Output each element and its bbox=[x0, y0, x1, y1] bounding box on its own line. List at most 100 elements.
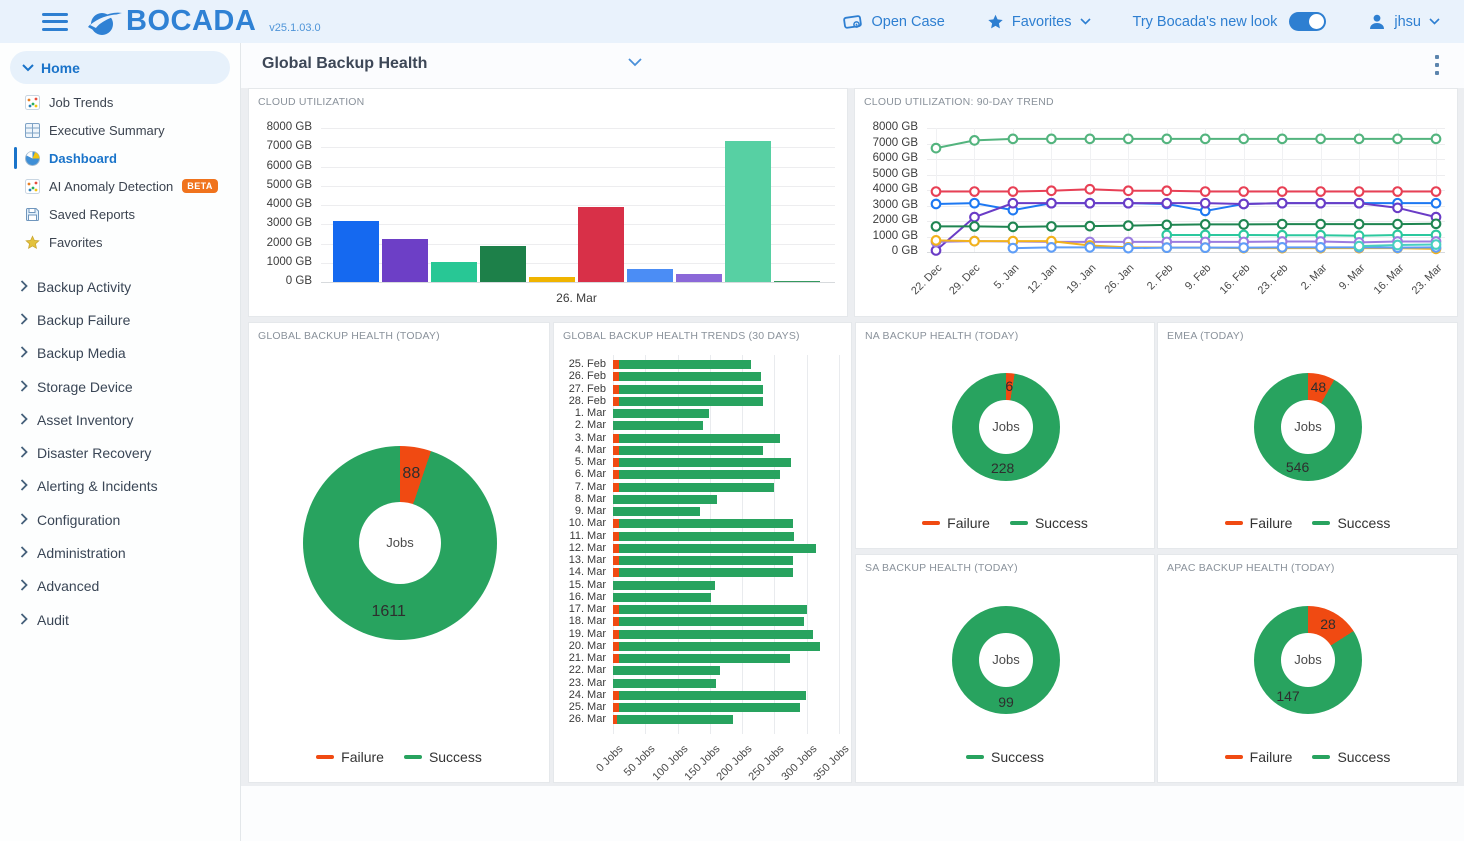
legend-label: Success bbox=[1034, 515, 1088, 531]
sidebar-section-disaster-recovery[interactable]: Disaster Recovery bbox=[0, 436, 240, 469]
donut-center-label: Jobs bbox=[992, 652, 1020, 667]
sidebar-home-items: Job Trends Executive Summary Dashboard AI A… bbox=[0, 88, 240, 256]
row-label: 25. Feb bbox=[568, 358, 606, 370]
success-bar bbox=[618, 703, 800, 712]
donut-value-success: 546 bbox=[1285, 459, 1310, 476]
row-label: 14. Mar bbox=[568, 566, 606, 579]
open-case-button[interactable]: Open Case bbox=[842, 13, 945, 30]
legend-label: Failure bbox=[341, 749, 384, 765]
user-menu[interactable]: jhsu bbox=[1368, 13, 1440, 31]
brand-name: BOCADA bbox=[126, 5, 257, 37]
success-bar bbox=[616, 715, 734, 725]
legend-swatch bbox=[1312, 755, 1331, 759]
success-bar bbox=[618, 641, 820, 651]
sidebar-section-backup-failure[interactable]: Backup Failure bbox=[0, 303, 240, 336]
sidebar-item-ai-anomaly-detection[interactable]: AI Anomaly Detection BETA bbox=[0, 172, 240, 200]
legend-label: Success bbox=[1337, 515, 1391, 531]
panel-title: APAC BACKUP HEALTH (TODAY) bbox=[1167, 562, 1335, 574]
donut-center-label: Jobs bbox=[386, 535, 414, 550]
open-case-label: Open Case bbox=[871, 13, 945, 30]
chevron-right-icon bbox=[20, 612, 28, 628]
sidebar-item-dashboard[interactable]: Dashboard bbox=[0, 144, 240, 172]
chart-legend: Failure Success bbox=[1158, 749, 1457, 765]
legend-item-failure: Failure bbox=[1224, 749, 1292, 765]
row-label: 18. Mar bbox=[568, 615, 606, 628]
panel-title: GLOBAL BACKUP HEALTH (TODAY) bbox=[258, 330, 440, 342]
success-bar bbox=[618, 654, 790, 663]
star-icon bbox=[25, 234, 40, 250]
legend-item-success: Success bbox=[1312, 515, 1390, 531]
chart-legend: Failure Success bbox=[856, 515, 1154, 531]
sidebar-section-asset-inventory[interactable]: Asset Inventory bbox=[0, 403, 240, 436]
chevron-down-icon[interactable] bbox=[628, 58, 642, 67]
scatter-icon bbox=[25, 178, 40, 194]
legend-label: Success bbox=[428, 749, 482, 765]
sidebar-section-alerting-incidents[interactable]: Alerting & Incidents bbox=[0, 470, 240, 503]
sidebar-section-backup-media[interactable]: Backup Media bbox=[0, 337, 240, 370]
success-bar bbox=[618, 433, 780, 443]
legend-swatch bbox=[1224, 755, 1243, 759]
chevron-right-icon bbox=[20, 545, 28, 561]
success-bar bbox=[618, 629, 814, 639]
row-label: 1. Mar bbox=[574, 407, 606, 419]
legend-swatch bbox=[1009, 521, 1028, 525]
sidebar-section-advanced[interactable]: Advanced bbox=[0, 570, 240, 603]
donut-value-failure: 6 bbox=[1005, 377, 1014, 394]
row-label: 7. Mar bbox=[574, 480, 606, 493]
donut-value-failure: 28 bbox=[1320, 615, 1336, 632]
y-axis-tick: 4000 GB bbox=[872, 183, 918, 195]
row-label: 3. Mar bbox=[574, 431, 606, 444]
donut-center-label: Jobs bbox=[1294, 652, 1322, 667]
bar-9 bbox=[774, 280, 820, 282]
y-axis-tick: 2000 GB bbox=[266, 236, 312, 249]
sidebar-section-label: Alerting & Incidents bbox=[37, 478, 158, 495]
row-label: 15. Mar bbox=[568, 578, 606, 591]
sidebar-item-executive-summary[interactable]: Executive Summary bbox=[0, 116, 240, 144]
row-label: 12. Mar bbox=[568, 541, 606, 554]
y-axis-tick: 2000 GB bbox=[872, 214, 918, 226]
gridline bbox=[839, 355, 840, 734]
row-label: 4. Mar bbox=[574, 443, 606, 456]
kebab-menu-icon[interactable] bbox=[1428, 55, 1446, 75]
case-icon bbox=[842, 15, 862, 29]
sidebar-section-audit[interactable]: Audit bbox=[0, 603, 240, 636]
legend-item-success: Success bbox=[1009, 515, 1088, 531]
y-axis-tick: 1000 GB bbox=[872, 229, 918, 242]
sidebar-item-home[interactable]: Home bbox=[10, 51, 230, 84]
chevron-right-icon bbox=[20, 412, 28, 428]
legend-swatch bbox=[316, 755, 335, 759]
legend-item-success: Success bbox=[966, 749, 1044, 765]
bar-0 bbox=[333, 221, 379, 282]
panel-title: CLOUD UTILIZATION bbox=[258, 96, 365, 108]
sidebar-section-label: Audit bbox=[37, 611, 69, 628]
sidebar-section-label: Disaster Recovery bbox=[37, 445, 152, 462]
panel-title: EMEA (TODAY) bbox=[1167, 330, 1244, 342]
sidebar-item-job-trends[interactable]: Job Trends bbox=[0, 88, 240, 116]
success-bar bbox=[618, 458, 791, 467]
row-label: 25. Mar bbox=[568, 701, 606, 713]
sidebar-section-backup-activity[interactable]: Backup Activity bbox=[0, 270, 240, 303]
y-axis-tick: 6000 GB bbox=[872, 152, 918, 164]
hamburger-menu-icon[interactable] bbox=[42, 12, 68, 31]
sidebar-section-configuration[interactable]: Configuration bbox=[0, 503, 240, 536]
success-bar bbox=[618, 556, 794, 565]
sidebar-section-administration[interactable]: Administration bbox=[0, 536, 240, 569]
new-look-toggle[interactable] bbox=[1289, 12, 1327, 31]
success-bar bbox=[618, 519, 794, 529]
panel-title: NA BACKUP HEALTH (TODAY) bbox=[865, 330, 1019, 342]
beta-badge: BETA bbox=[182, 179, 218, 193]
y-axis-tick: 6000 GB bbox=[266, 159, 312, 172]
sidebar-item-saved-reports[interactable]: Saved Reports bbox=[0, 200, 240, 228]
sidebar-section-storage-device[interactable]: Storage Device bbox=[0, 370, 240, 403]
page-title-dropdown[interactable]: Global Backup Health bbox=[262, 55, 427, 73]
sidebar: Home Job Trends Executive Summary Dashboar… bbox=[0, 43, 241, 841]
favorites-menu[interactable]: Favorites bbox=[987, 14, 1091, 30]
new-look-toggle-group[interactable]: Try Bocada's new look bbox=[1133, 12, 1327, 31]
legend-swatch bbox=[403, 755, 422, 759]
sidebar-section-label: Backup Media bbox=[37, 345, 126, 362]
bocada-swoosh-icon bbox=[88, 12, 122, 35]
bocada-logo[interactable]: BOCADA v25.1.03.0 bbox=[86, 7, 321, 36]
sidebar-section-label: Backup Activity bbox=[37, 278, 132, 295]
sidebar-item-favorites[interactable]: Favorites bbox=[0, 228, 240, 256]
success-bar bbox=[618, 396, 764, 406]
